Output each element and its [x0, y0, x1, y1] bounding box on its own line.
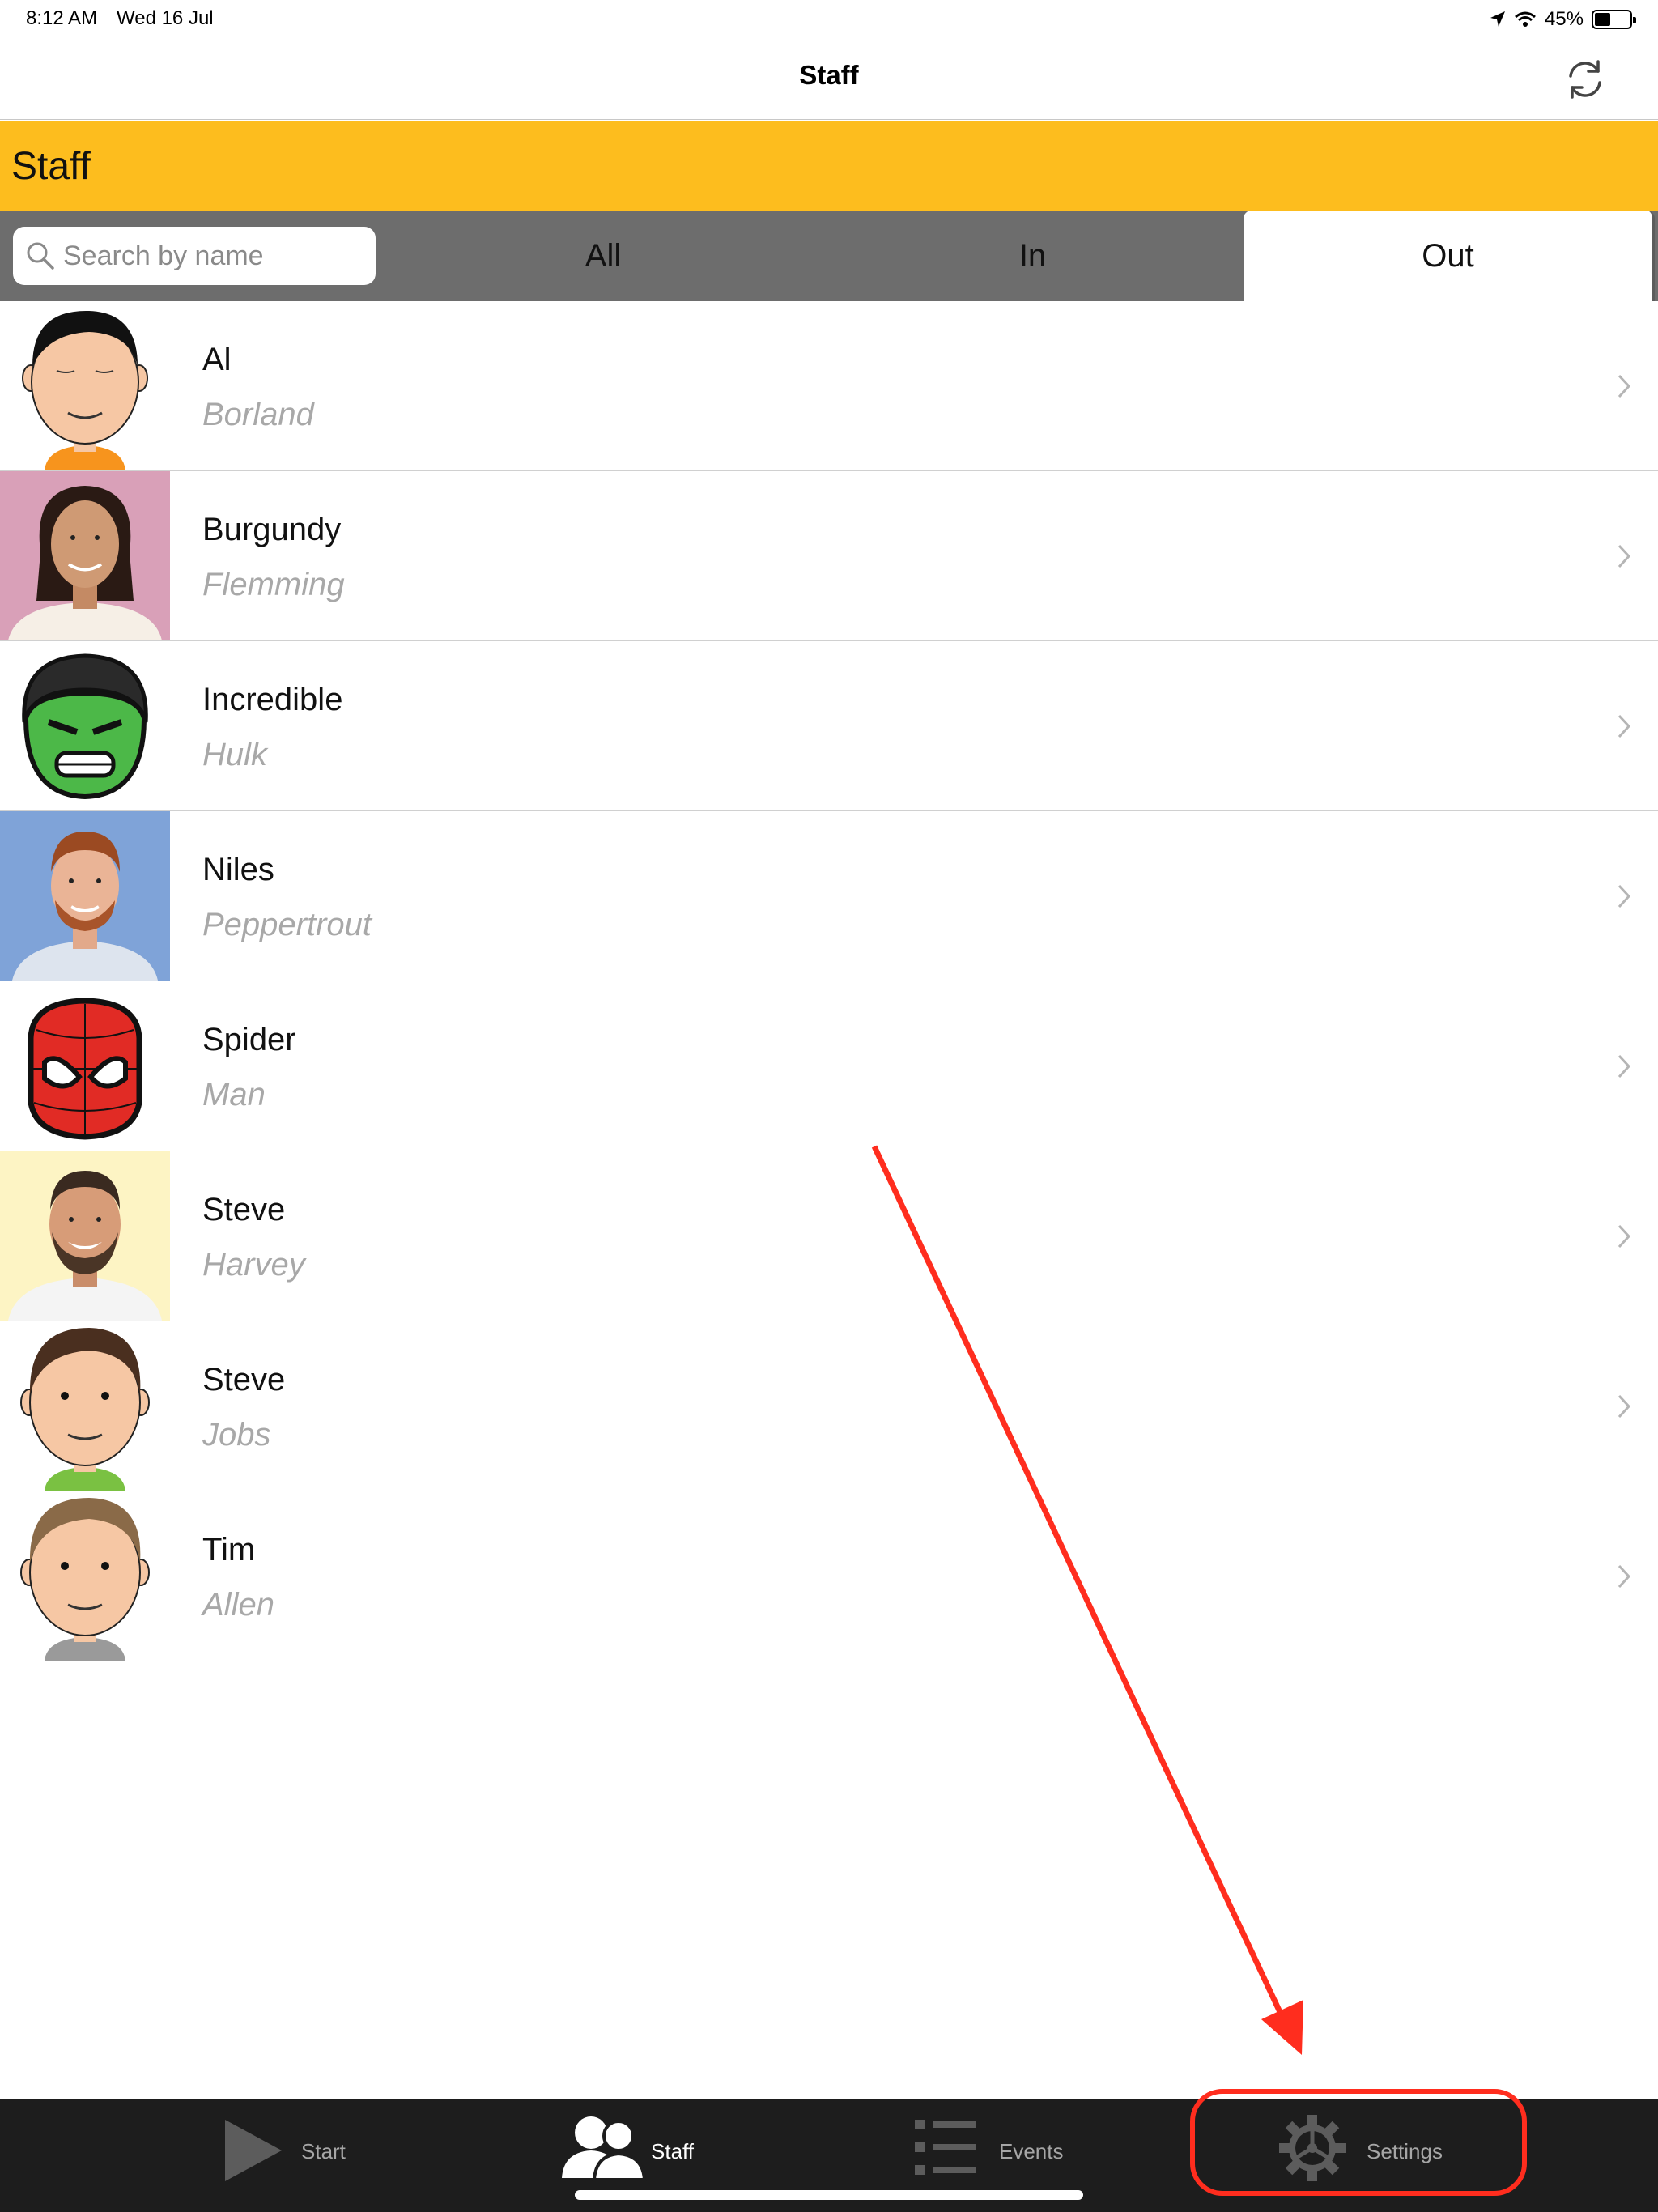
search-input[interactable]	[63, 227, 368, 285]
people-icon	[562, 2116, 647, 2181]
battery-percent: 45%	[1544, 8, 1584, 30]
first-name: Tim	[202, 1532, 256, 1568]
chevron-right-icon	[1618, 1054, 1631, 1078]
refresh-button[interactable]	[1561, 55, 1609, 104]
spiderman-avatar	[0, 981, 170, 1151]
navigation-bar: Staff	[0, 39, 1658, 120]
play-icon	[225, 2120, 282, 2181]
last-name: Jobs	[202, 1417, 271, 1453]
staff-screen: 8:12 AM Wed 16 Jul 45% Staff Staff Searc…	[0, 0, 1658, 2212]
hulk-avatar	[0, 641, 170, 810]
status-indicators: 45%	[1490, 6, 1636, 32]
first-name: Niles	[202, 852, 274, 887]
battery-nub	[1633, 17, 1636, 23]
last-name: Allen	[202, 1587, 274, 1623]
wifi-icon	[1514, 11, 1536, 27]
status-bar: 8:12 AM Wed 16 Jul 45%	[0, 0, 1658, 39]
list-icon	[915, 2120, 976, 2175]
first-name: Incredible	[202, 682, 343, 717]
last-name: Hulk	[202, 737, 268, 772]
chevron-right-icon	[1618, 1394, 1631, 1419]
staff-row[interactable]: Steve Harvey	[0, 1151, 1658, 1321]
segment-out[interactable]: Out	[1244, 211, 1655, 301]
cartoon-man-avatar	[0, 1321, 170, 1491]
tab-label: Events	[999, 2139, 1064, 2163]
home-indicator	[575, 2190, 1083, 2200]
staff-row[interactable]: Steve Jobs	[0, 1321, 1658, 1491]
woman-photo-avatar	[0, 471, 170, 640]
search-icon	[27, 242, 54, 270]
chevron-right-icon	[1618, 1224, 1631, 1249]
first-name: Burgundy	[202, 512, 342, 547]
first-name: Steve	[202, 1362, 286, 1397]
staff-row[interactable]: Spider Man	[0, 981, 1658, 1151]
first-name: Spider	[202, 1022, 296, 1057]
last-name: Flemming	[202, 567, 345, 602]
section-header: Staff	[0, 121, 1658, 211]
staff-row[interactable]: Al Borland	[0, 301, 1658, 471]
cartoon-man-avatar	[0, 1491, 170, 1661]
cartoon-man-avatar	[0, 301, 170, 470]
refresh-icon	[1569, 60, 1601, 99]
first-name: Al	[202, 342, 232, 377]
segment-in[interactable]: In	[818, 211, 1247, 301]
tab-label: Start	[301, 2139, 346, 2163]
segment-all[interactable]: All	[389, 211, 818, 301]
location-icon	[1490, 11, 1505, 27]
bearded-man-photo-avatar	[0, 1151, 170, 1321]
status-time: 8:12 AM	[26, 7, 98, 29]
staff-row[interactable]: Burgundy Flemming	[0, 471, 1658, 641]
section-title: Staff	[11, 145, 91, 188]
nav-title: Staff	[799, 60, 859, 90]
search-box[interactable]	[13, 227, 376, 285]
tab-label: Staff	[651, 2139, 695, 2163]
last-name: Harvey	[202, 1247, 305, 1283]
battery-icon	[1592, 10, 1636, 29]
man-photo-avatar	[0, 811, 170, 981]
tab-start[interactable]: Start	[210, 2099, 405, 2212]
last-name: Peppertrout	[202, 907, 372, 942]
last-name: Borland	[202, 397, 314, 432]
staff-row[interactable]: Niles Peppertrout	[0, 811, 1658, 981]
first-name: Steve	[202, 1192, 286, 1227]
chevron-right-icon	[1618, 884, 1631, 908]
battery-fill	[1595, 13, 1610, 26]
filter-bar: All In Out	[0, 211, 1658, 301]
chevron-right-icon	[1618, 714, 1631, 738]
chevron-right-icon	[1618, 544, 1631, 568]
last-name: Man	[202, 1077, 266, 1112]
status-date: Wed 16 Jul	[117, 7, 214, 29]
settings-highlight-annotation	[1190, 2089, 1527, 2196]
staff-row[interactable]: Incredible Hulk	[0, 641, 1658, 811]
staff-list: Al Borland Burgundy Flemming Incredible …	[0, 301, 1658, 1661]
staff-row[interactable]: Tim Allen	[0, 1491, 1658, 1661]
chevron-right-icon	[1618, 1564, 1631, 1589]
chevron-right-icon	[1618, 374, 1631, 398]
